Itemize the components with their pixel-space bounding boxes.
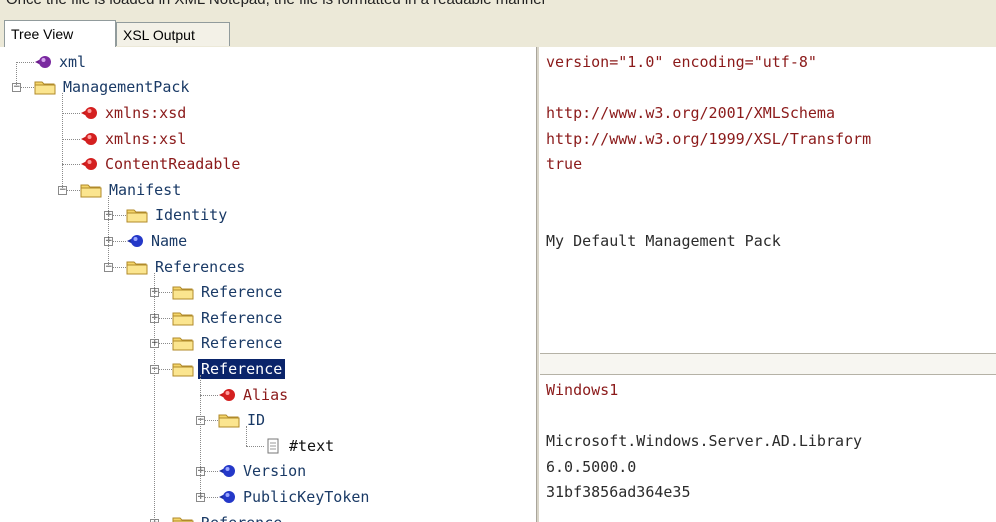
tree-connector <box>16 61 34 63</box>
processing-instruction-icon <box>34 54 52 70</box>
tree-connector <box>62 164 80 166</box>
tree-node[interactable]: xmlns:xsd <box>80 100 189 126</box>
tree-view[interactable]: xml − ManagementPack xmlns:xsd xmlns:xsl Cont… <box>0 47 536 522</box>
attribute-icon <box>80 131 98 147</box>
element-icon <box>126 233 144 249</box>
tree-connector <box>108 195 109 267</box>
tree-node-label: xml <box>59 52 87 71</box>
tree-connector <box>200 394 218 396</box>
tab-xsl-output[interactable]: XSL Output <box>116 22 230 46</box>
tree-node[interactable]: xml <box>34 49 89 75</box>
top-caption-strip: Once the file is loaded in XML Notepad, … <box>0 0 996 16</box>
tree-node[interactable]: Identity <box>126 202 230 228</box>
folder-icon <box>172 515 194 522</box>
tree-node-label: Reference <box>201 334 283 353</box>
element-icon <box>218 489 236 505</box>
tab-bar: Tree View XSL Output <box>0 16 996 48</box>
node-value[interactable]: Microsoft.Windows.Server.AD.Library <box>546 428 862 454</box>
top-caption-text: Once the file is loaded in XML Notepad, … <box>6 0 547 8</box>
tree-node[interactable]: Name <box>126 228 190 254</box>
tree-node-label: ManagementPack <box>63 78 190 97</box>
node-value[interactable]: true <box>546 151 582 177</box>
folder-icon <box>80 182 102 198</box>
tree-node-label: PublicKeyToken <box>243 488 370 506</box>
tree-node-label: References <box>155 257 246 276</box>
tree-node[interactable]: Manifest <box>80 177 184 203</box>
tree-connector <box>154 272 155 522</box>
node-values-bottom: Windows1 Microsoft.Windows.Server.AD.Libr… <box>540 375 996 522</box>
tree-node[interactable]: Reference <box>172 279 285 305</box>
tree-node[interactable]: PublicKeyToken <box>218 484 372 510</box>
folder-icon <box>126 207 148 223</box>
value-panel: version="1.0" encoding="utf-8" http://www… <box>540 47 996 522</box>
tree-connector <box>246 445 264 447</box>
node-value[interactable]: My Default Management Pack <box>546 228 781 254</box>
tree-node[interactable]: Version <box>218 458 309 484</box>
tree-connector <box>16 61 17 88</box>
node-value[interactable]: Windows1 <box>546 377 618 403</box>
tree-node-label: Reference <box>201 283 283 302</box>
tree-node-label: Reference <box>201 308 283 327</box>
text-node-icon <box>264 438 282 454</box>
folder-icon <box>172 361 194 377</box>
tree-node[interactable]: Reference <box>172 330 285 356</box>
folder-icon <box>172 335 194 351</box>
node-value[interactable]: http://www.w3.org/2001/XMLSchema <box>546 100 835 126</box>
tab-tree-view[interactable]: Tree View <box>4 20 116 48</box>
tree-connector <box>200 375 201 497</box>
tree-connector <box>62 113 80 114</box>
tree-node[interactable]: References <box>126 254 248 280</box>
attribute-icon <box>80 156 98 172</box>
node-value[interactable]: 6.0.5000.0 <box>546 454 636 480</box>
tree-node-label: Identity <box>155 206 228 225</box>
tree-node-label: Name <box>151 232 188 250</box>
attribute-icon <box>80 105 98 121</box>
tree-node[interactable]: Reference <box>172 510 285 522</box>
node-value[interactable]: version="1.0" encoding="utf-8" <box>546 49 817 75</box>
attribute-icon <box>218 387 236 403</box>
tree-node[interactable]: ContentReadable <box>80 151 243 177</box>
tree-node-label: Reference <box>198 513 285 522</box>
tree-node[interactable]: xmlns:xsl <box>80 126 189 152</box>
tree-node[interactable]: ManagementPack <box>34 74 192 100</box>
tree-node[interactable]: Alias <box>218 382 291 408</box>
folder-icon <box>34 79 56 95</box>
tree-node-label: xmlns:xsl <box>105 129 187 148</box>
pane-splitter[interactable] <box>540 353 996 375</box>
node-value[interactable]: 31bf3856ad364e35 <box>546 479 691 505</box>
tree-node[interactable]: Reference <box>172 305 285 331</box>
element-icon <box>218 463 236 479</box>
content-area: xml − ManagementPack xmlns:xsd xmlns:xsl Cont… <box>0 47 996 522</box>
tree-node-label: Alias <box>243 385 289 404</box>
tree-connector <box>62 138 80 140</box>
tree-node-label: ID <box>247 411 266 430</box>
tree-node-label: Version <box>243 462 307 481</box>
node-values-top: version="1.0" encoding="utf-8" http://www… <box>540 47 996 353</box>
folder-icon <box>126 259 148 275</box>
folder-icon <box>172 310 194 326</box>
tree-node-label: ContentReadable <box>105 155 241 174</box>
tree-node-label: xmlns:xsd <box>105 104 187 122</box>
tree-connector <box>62 93 63 190</box>
tree-node[interactable]: ID <box>218 407 268 433</box>
folder-icon <box>218 412 240 428</box>
folder-icon <box>172 284 194 300</box>
node-value[interactable]: http://www.w3.org/1999/XSL/Transform <box>546 126 871 152</box>
tree-node[interactable]: #text <box>264 433 337 459</box>
tree-node-label: Reference <box>198 359 286 379</box>
tree-connector <box>246 426 247 446</box>
tree-node[interactable]: Reference <box>172 356 286 382</box>
tree-node-label: #text <box>289 436 335 455</box>
tree-node-label: Manifest <box>109 180 182 199</box>
